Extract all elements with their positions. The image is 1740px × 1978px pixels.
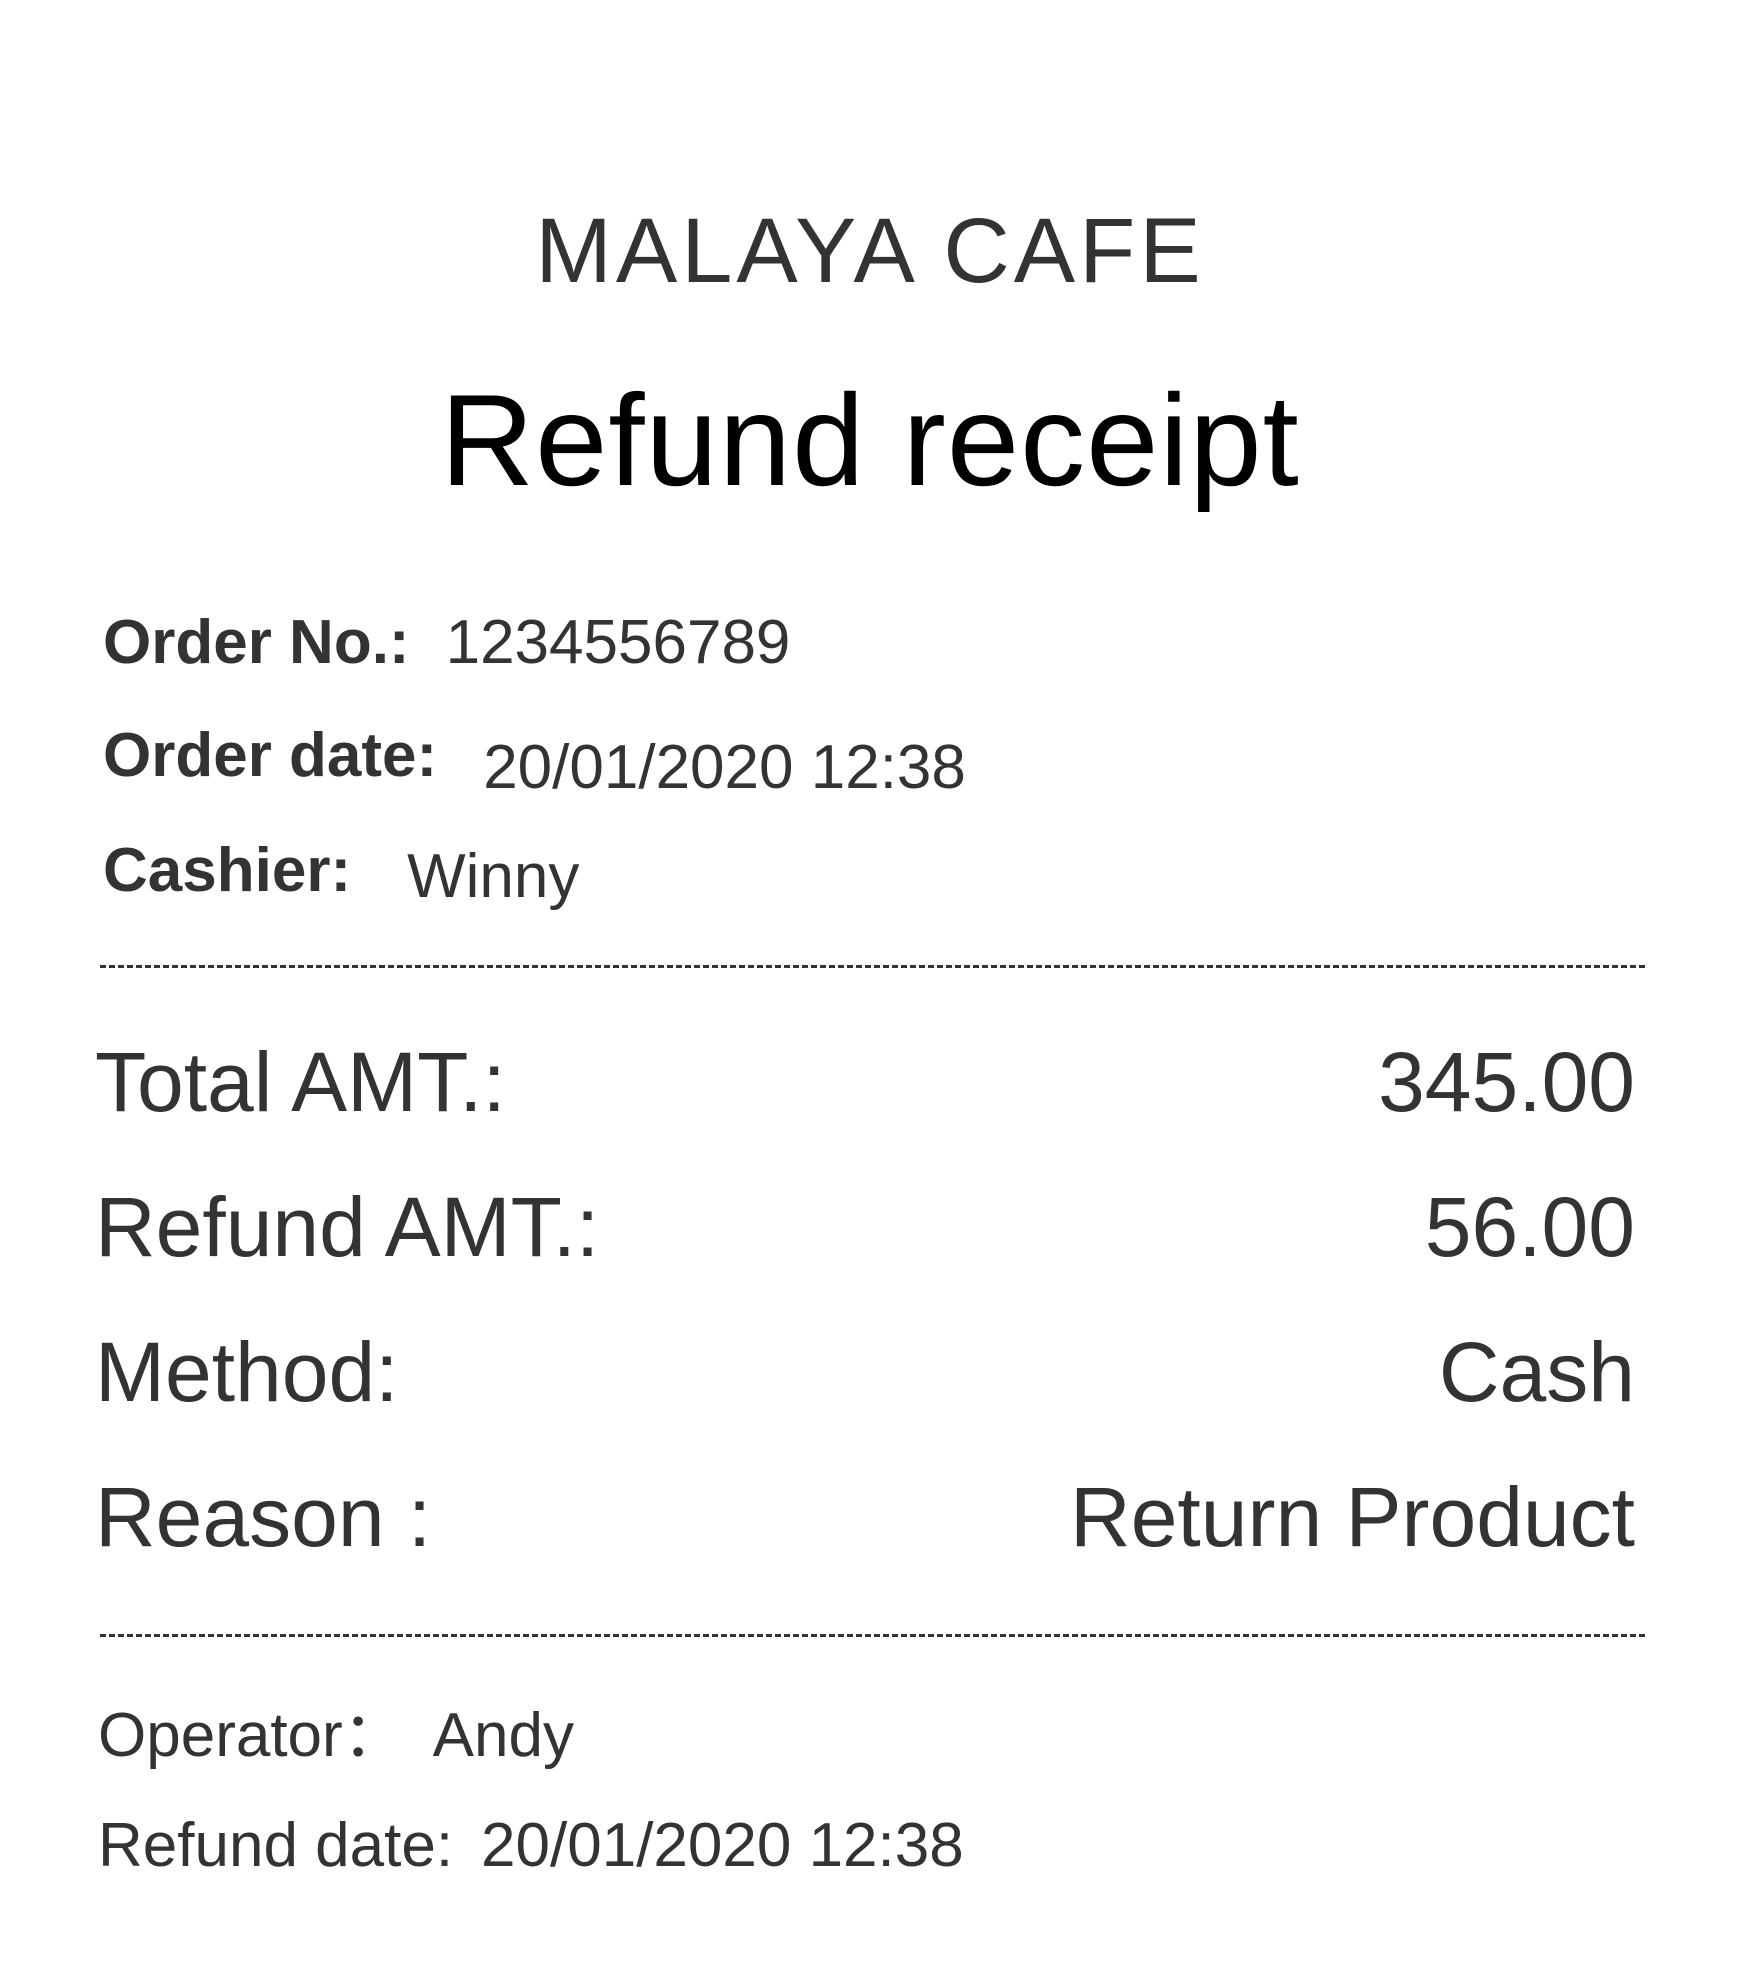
- order-date-row: Order date: 20/01/2020 12:38: [103, 725, 966, 799]
- total-amount-value: 345.00: [1378, 1035, 1635, 1129]
- payment-method-row: Method: Cash: [95, 1330, 1635, 1414]
- cashier-value: Winny: [407, 842, 580, 911]
- payment-method-value: Cash: [1438, 1325, 1635, 1419]
- refund-reason-label: Reason :: [95, 1470, 432, 1564]
- refund-reason-value: Return Product: [1070, 1470, 1635, 1564]
- cashier-label: Cashier:: [103, 836, 352, 905]
- refund-amount-label: Refund AMT.:: [95, 1180, 600, 1274]
- refund-receipt: MALAYA CAFE Refund receipt Order No.: 123…: [0, 0, 1740, 1978]
- order-date-value: 20/01/2020 12:38: [483, 733, 966, 802]
- order-no-label: Order No.:: [103, 608, 410, 677]
- refund-date-value: 20/01/2020 12:38: [481, 1811, 964, 1880]
- refund-date-label: Refund date:: [98, 1811, 454, 1880]
- order-no-value: 1234556789: [445, 608, 791, 677]
- cashier-row: Cashier: Winny: [103, 840, 579, 908]
- order-date-label: Order date:: [103, 721, 438, 790]
- refund-amount-value: 56.00: [1424, 1180, 1635, 1274]
- operator-row: Operator： Andy: [98, 1705, 574, 1767]
- dashed-divider: [100, 1634, 1645, 1637]
- receipt-title: Refund receipt: [440, 367, 1300, 513]
- total-amount-row: Total AMT.: 345.00: [95, 1040, 1635, 1124]
- refund-reason-row: Reason : Return Product: [95, 1475, 1635, 1559]
- operator-label: Operator：: [98, 1701, 405, 1770]
- dashed-divider: [100, 965, 1645, 968]
- refund-amount-row: Refund AMT.: 56.00: [95, 1185, 1635, 1269]
- store-name: MALAYA CAFE: [535, 200, 1205, 302]
- refund-date-row: Refund date: 20/01/2020 12:38: [98, 1815, 964, 1877]
- order-no-row: Order No.: 1234556789: [103, 612, 790, 674]
- operator-value: Andy: [432, 1701, 574, 1770]
- payment-method-label: Method:: [95, 1325, 399, 1419]
- total-amount-label: Total AMT.:: [95, 1035, 506, 1129]
